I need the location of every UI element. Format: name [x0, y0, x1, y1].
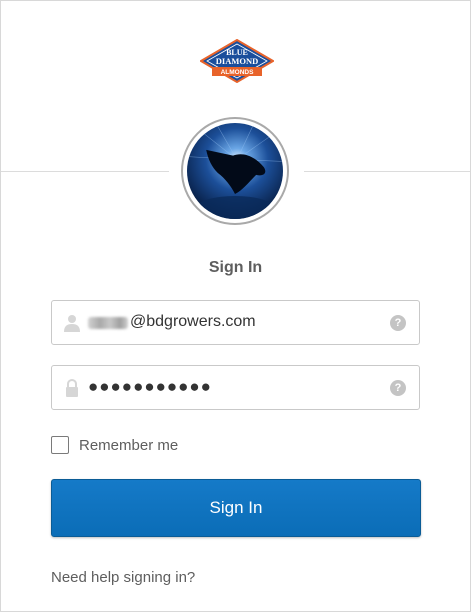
lock-icon — [64, 378, 80, 397]
remember-me-label[interactable]: Remember me — [79, 437, 178, 454]
help-link[interactable]: Need help signing in? — [51, 569, 195, 586]
logo-line3: ALMONDS — [221, 69, 255, 76]
password-field[interactable]: ●●●●●●●●●●● ? — [51, 365, 420, 410]
help-icon[interactable]: ? — [390, 315, 406, 331]
help-icon[interactable]: ? — [390, 380, 406, 396]
user-icon — [64, 314, 80, 332]
avatar — [181, 117, 289, 225]
brand-logo: BLUE DIAMOND ALMONDS — [199, 38, 275, 84]
divider-left — [1, 171, 169, 172]
password-value: ●●●●●●●●●●● — [88, 377, 212, 396]
obscured-username — [88, 317, 128, 329]
sign-in-card: BLUE DIAMOND ALMONDS Sign In @bdgrowers.… — [0, 0, 471, 612]
divider-right — [304, 171, 470, 172]
username-field[interactable]: @bdgrowers.com ? — [51, 300, 420, 345]
sign-in-button[interactable]: Sign In — [51, 479, 421, 537]
username-value: @bdgrowers.com — [130, 313, 256, 330]
remember-me-checkbox[interactable] — [51, 436, 69, 454]
manta-ray-image — [187, 123, 283, 219]
logo-line2: DIAMOND — [216, 56, 259, 66]
page-title: Sign In — [208, 259, 263, 276]
